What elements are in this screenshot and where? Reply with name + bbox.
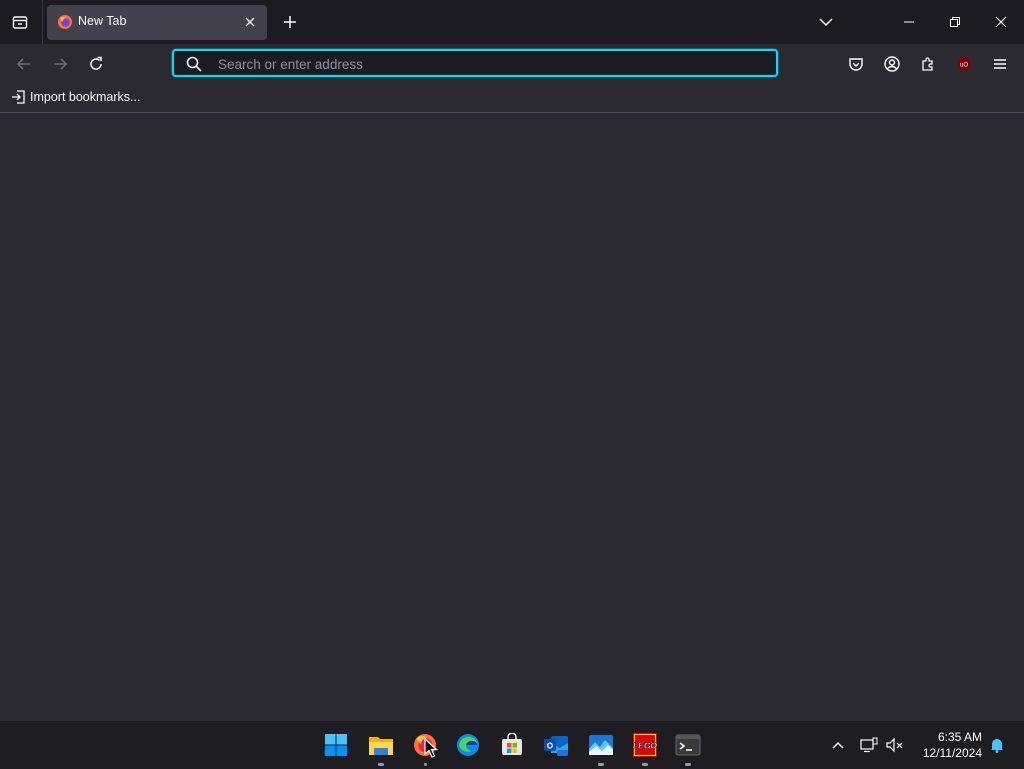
ublock-origin-button[interactable]: uO	[950, 50, 978, 78]
extensions-button[interactable]	[914, 50, 942, 78]
arrow-left-icon	[16, 58, 30, 70]
taskbar-edge[interactable]	[452, 729, 484, 761]
list-all-tabs-button[interactable]	[815, 11, 837, 33]
bell-icon	[991, 739, 1003, 753]
address-bar[interactable]	[172, 49, 778, 77]
running-indicator	[378, 763, 384, 766]
taskbar-outlook-new[interactable]: O	[540, 729, 572, 761]
outlook-icon: O	[544, 736, 568, 756]
taskbar: O LEGO 6:35 AM 12/11/2024	[0, 720, 1024, 769]
close-icon	[245, 17, 255, 27]
svg-text:O: O	[547, 742, 553, 751]
tab-separator	[42, 0, 43, 44]
taskbar-terminal[interactable]	[672, 729, 704, 766]
account-icon	[884, 56, 900, 72]
svg-text:uO: uO	[960, 63, 968, 69]
ublock-origin-icon: uO	[958, 57, 970, 71]
firefox-icon	[58, 15, 72, 29]
pocket-icon	[849, 58, 863, 71]
tab-close-button[interactable]	[241, 13, 259, 31]
terminal-icon	[675, 734, 701, 756]
minimize-icon	[904, 21, 914, 23]
taskbar-photos[interactable]	[585, 729, 617, 766]
arrow-right-icon	[54, 58, 68, 70]
svg-text:LEGO: LEGO	[633, 741, 657, 751]
reload-icon	[90, 56, 102, 70]
firefox-view-icon	[12, 16, 28, 29]
tab-strip: New Tab	[0, 0, 1024, 44]
import-bookmarks-button[interactable]: Import bookmarks...	[11, 90, 140, 104]
network-icon	[860, 737, 878, 753]
account-button[interactable]	[878, 50, 906, 78]
taskbar-clock[interactable]: 6:35 AM 12/11/2024	[923, 729, 982, 761]
start-button[interactable]	[320, 729, 352, 761]
bookmarks-toolbar: Import bookmarks...	[0, 84, 1024, 113]
new-tab-button[interactable]	[279, 11, 301, 33]
store-icon	[502, 733, 522, 755]
app-menu-button[interactable]	[986, 50, 1014, 78]
taskbar-file-explorer[interactable]	[365, 729, 397, 766]
close-window-button[interactable]	[978, 0, 1024, 44]
minimize-button[interactable]	[886, 0, 932, 44]
navigation-toolbar: uO	[0, 44, 1024, 84]
plus-icon	[284, 16, 296, 28]
chevron-down-icon	[819, 18, 833, 27]
speaker-muted-icon	[886, 737, 903, 753]
tab-title: New Tab	[78, 14, 127, 28]
restore-icon	[950, 17, 960, 27]
address-input[interactable]	[216, 53, 760, 75]
restore-button[interactable]	[932, 0, 978, 44]
chevron-up-icon	[832, 742, 844, 749]
forward-button[interactable]	[46, 50, 74, 78]
search-icon	[186, 56, 202, 72]
extensions-icon	[922, 57, 933, 71]
running-indicator	[685, 763, 691, 766]
network-status-button[interactable]	[858, 721, 880, 769]
import-icon	[12, 90, 25, 104]
import-bookmarks-label: Import bookmarks...	[30, 90, 141, 104]
taskbar-lego[interactable]: LEGO	[629, 729, 661, 766]
page-content[interactable]	[0, 113, 1024, 720]
taskbar-microsoft-store[interactable]	[496, 729, 528, 761]
edge-icon	[457, 734, 479, 756]
running-indicator	[598, 763, 604, 766]
volume-button[interactable]	[884, 721, 906, 769]
clock-time: 6:35 AM	[937, 730, 982, 744]
firefox-view-button[interactable]	[6, 8, 34, 36]
running-indicator	[642, 763, 648, 766]
pocket-button[interactable]	[842, 50, 870, 78]
menu-icon	[994, 59, 1006, 69]
mouse-cursor-icon	[424, 738, 438, 758]
photos-icon	[589, 735, 613, 755]
windows-logo-icon	[325, 734, 347, 756]
show-hidden-icons-button[interactable]	[828, 721, 848, 769]
lego-icon: LEGO	[633, 733, 658, 757]
tab-new-tab[interactable]: New Tab	[47, 5, 267, 40]
running-indicator	[424, 763, 427, 766]
folder-icon	[369, 737, 393, 755]
back-button[interactable]	[10, 50, 38, 78]
clock-date: 12/11/2024	[922, 746, 982, 760]
reload-button[interactable]	[82, 50, 110, 78]
close-icon	[995, 16, 1007, 28]
notifications-button[interactable]	[986, 721, 1008, 769]
